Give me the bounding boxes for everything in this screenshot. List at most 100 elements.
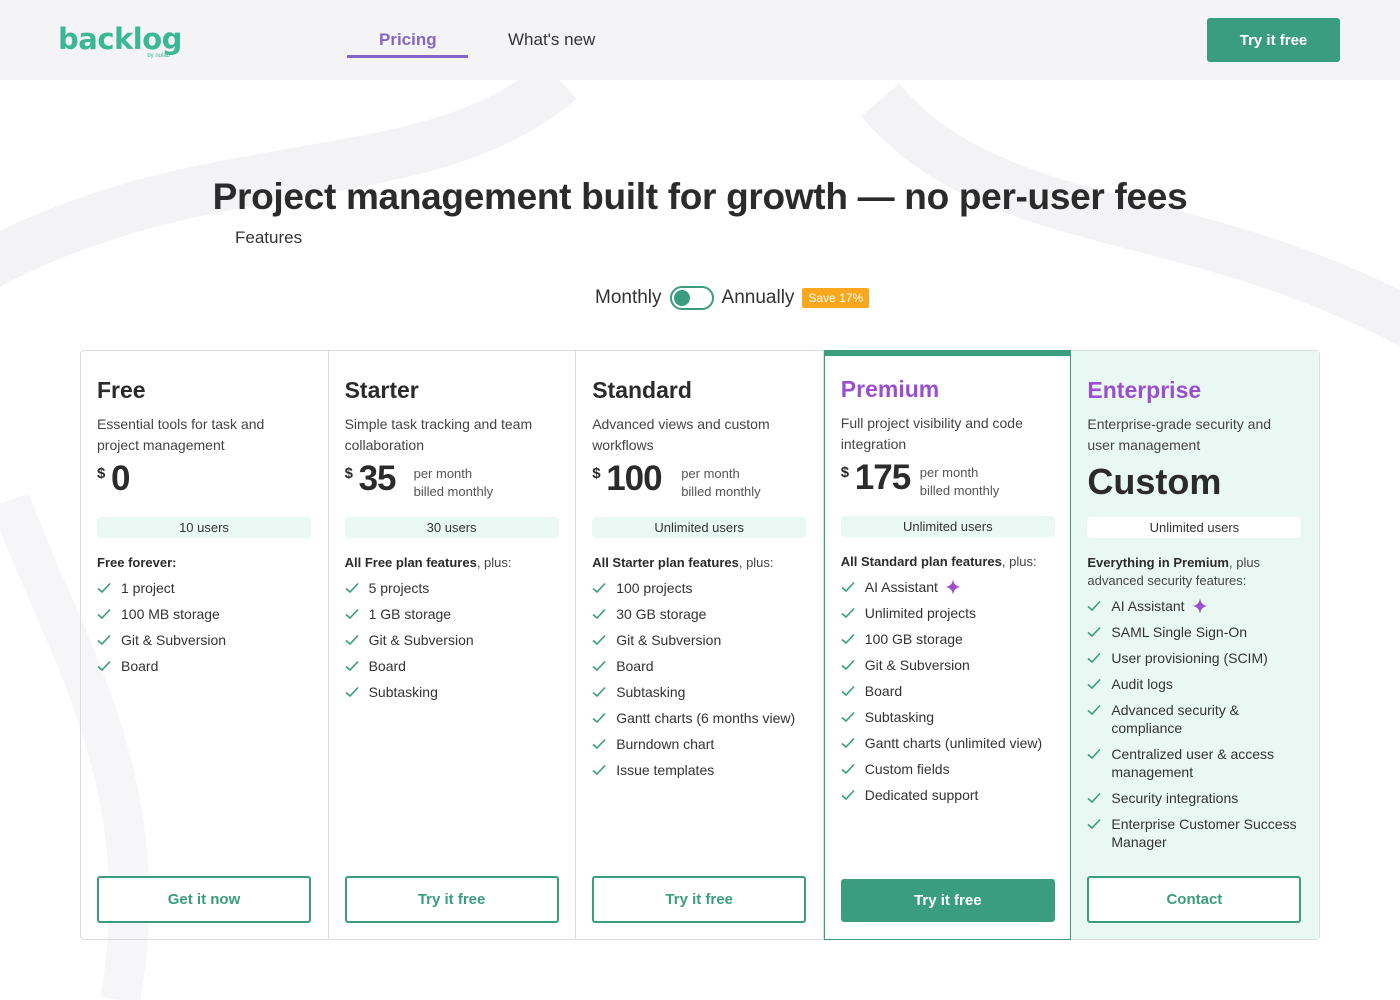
plan-card-premium: Premium Full project visibility and code… <box>823 350 1072 940</box>
feature-label: 1 GB storage <box>368 606 452 622</box>
billed-text: billed monthly <box>681 484 761 499</box>
try-it-free-button[interactable]: Try it free <box>592 876 807 923</box>
feature-label: AI Assistant <box>1111 598 1185 614</box>
feature-item: Gantt charts (unlimited view) <box>841 734 1057 752</box>
check-icon <box>592 608 606 620</box>
feature-label: Gantt charts (unlimited view) <box>864 735 1043 751</box>
check-icon <box>592 582 606 594</box>
feature-label: Board <box>368 658 406 674</box>
per-month-text: per month <box>681 466 740 481</box>
check-icon <box>841 633 855 645</box>
check-icon <box>841 607 855 619</box>
get-it-now-button[interactable]: Get it now <box>97 876 311 923</box>
save-badge: Save 17% <box>802 288 870 308</box>
check-icon <box>592 738 606 750</box>
plan-description: Simple task tracking and team collaborat… <box>344 416 533 453</box>
feature-item: 1 GB storage <box>345 605 561 623</box>
plan-name: Free <box>97 377 146 403</box>
features-rest: , plus: <box>476 555 512 570</box>
backlog-logo[interactable]: backlog by nulab <box>58 22 182 62</box>
check-icon <box>97 660 111 672</box>
custom-price: Custom <box>1087 461 1222 502</box>
check-icon <box>1087 652 1101 664</box>
feature-label: User provisioning (SCIM) <box>1111 650 1268 666</box>
check-icon <box>841 659 855 671</box>
currency-symbol: $ <box>344 465 353 482</box>
feature-label: Custom fields <box>864 761 950 777</box>
try-it-free-button[interactable]: Try it free <box>840 879 1055 922</box>
features-rest: , plus: <box>738 555 774 570</box>
features-lead: Free forever: <box>97 555 177 570</box>
nav-link-features[interactable]: Features <box>235 228 451 248</box>
billing-toggle-switch[interactable] <box>669 286 714 310</box>
feature-label: 100 projects <box>616 580 693 596</box>
feature-item: Advanced security & compliance <box>1087 701 1303 737</box>
feature-label: Issue templates <box>616 762 715 778</box>
feature-label: Subtasking <box>864 709 935 725</box>
annually-label[interactable]: Annually <box>722 287 795 309</box>
nav-link-whats-new[interactable]: What's new <box>508 30 595 50</box>
features-lead: Everything in Premium <box>1087 555 1229 570</box>
price-amount: 35 <box>358 459 397 498</box>
check-icon <box>97 608 111 620</box>
feature-label: Burndown chart <box>616 736 715 752</box>
feature-label: Board <box>121 658 159 674</box>
plan-name: Starter <box>344 377 419 403</box>
try-it-free-nav-button[interactable]: Try it free <box>1207 18 1340 62</box>
feature-item: Audit logs <box>1087 675 1303 693</box>
check-icon <box>1087 678 1101 690</box>
feature-list: 100 projects 30 GB storage Git & Subversio… <box>592 579 808 787</box>
feature-label: Enterprise Customer Success Manager <box>1111 816 1297 850</box>
logo-byline: by nulab <box>147 53 170 59</box>
price-amount: 175 <box>854 458 911 497</box>
feature-item: Board <box>97 657 313 675</box>
feature-item: Enterprise Customer Success Manager <box>1087 815 1303 851</box>
features-rest: , plus: <box>1001 554 1037 569</box>
feature-label: 1 project <box>121 580 175 596</box>
feature-list: 5 projects 1 GB storage Git & Subversion Bo… <box>345 579 561 709</box>
feature-list: AI Assistant Unlimited projects 100 GB sto… <box>841 578 1057 812</box>
check-icon <box>841 685 855 697</box>
plan-description: Full project visibility and code integra… <box>840 415 1023 452</box>
check-icon <box>592 764 606 776</box>
sparkle-icon <box>944 579 961 595</box>
feature-label: Git & Subversion <box>121 632 227 648</box>
feature-item: Unlimited projects <box>841 604 1057 622</box>
feature-label: Git & Subversion <box>864 657 970 673</box>
feature-item: AI Assistant <box>841 578 1057 596</box>
feature-item: 30 GB storage <box>592 605 808 623</box>
feature-item: User provisioning (SCIM) <box>1087 649 1303 667</box>
feature-item: Issue templates <box>592 761 808 779</box>
check-icon <box>841 737 855 749</box>
page-title: Project management built for growth — no… <box>212 176 1188 217</box>
top-nav: backlog by nulab Features Pricing What's… <box>0 0 1400 247</box>
check-icon <box>1087 600 1101 612</box>
feature-item: 100 MB storage <box>97 605 313 623</box>
nav-link-pricing[interactable]: Pricing <box>379 30 437 50</box>
price-period: per month billed monthly <box>681 465 761 501</box>
feature-item: Git & Subversion <box>97 631 313 649</box>
try-it-free-button[interactable]: Try it free <box>344 876 559 923</box>
feature-list: AI Assistant SAML Single Sign-On User prov… <box>1087 597 1303 859</box>
features-heading: All Free plan features, plus: <box>345 554 561 572</box>
feature-label: Gantt charts (6 months view) <box>616 710 796 726</box>
contact-button[interactable]: Contact <box>1087 876 1302 923</box>
feature-item: Burndown chart <box>592 735 808 753</box>
check-icon <box>1087 748 1101 760</box>
billed-text: billed monthly <box>413 484 494 499</box>
monthly-label[interactable]: Monthly <box>595 287 662 309</box>
plan-name: Premium <box>840 376 940 402</box>
feature-item: Custom fields <box>841 760 1057 778</box>
sparkle-icon <box>1191 598 1208 614</box>
feature-item: 100 projects <box>592 579 808 597</box>
feature-label: Audit logs <box>1111 676 1173 692</box>
feature-label: Git & Subversion <box>368 632 474 648</box>
check-icon <box>1087 818 1101 830</box>
price-period: per month billed monthly <box>920 464 1000 500</box>
feature-item: Board <box>841 682 1057 700</box>
feature-list: 1 project 100 MB storage Git & Subversion B… <box>97 579 313 683</box>
price-period: per month billed monthly <box>414 465 494 501</box>
check-icon <box>592 634 606 646</box>
check-icon <box>592 712 606 724</box>
plan-description: Enterprise-grade security and user manag… <box>1087 416 1272 453</box>
